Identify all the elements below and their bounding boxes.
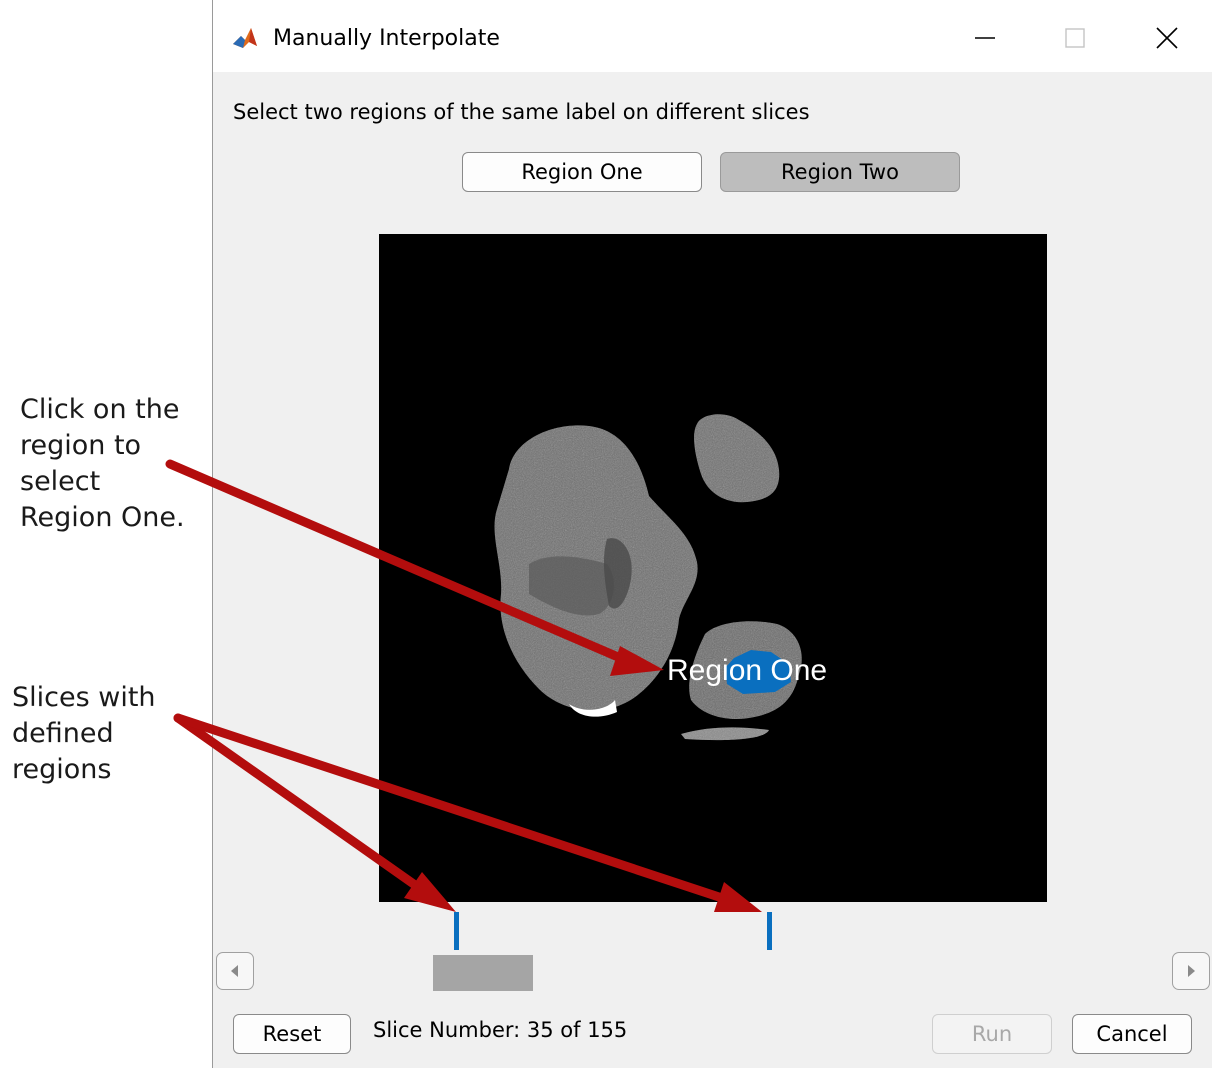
minimize-button[interactable] <box>955 12 1015 64</box>
chevron-left-icon <box>231 965 238 977</box>
region-one-button[interactable]: Region One <box>462 152 702 192</box>
slice-number-readout: Slice Number: 35 of 155 <box>373 1018 628 1042</box>
matlab-logo-icon <box>231 24 259 52</box>
slice-marker <box>454 912 459 950</box>
title-bar[interactable]: Manually Interpolate <box>213 0 1212 72</box>
maximize-button[interactable] <box>1045 12 1105 64</box>
close-icon <box>1156 27 1178 49</box>
region-two-button[interactable]: Region Two <box>720 152 960 192</box>
ct-slice-image <box>494 414 802 741</box>
annotation-slices-hint: Slices with defined regions <box>12 682 156 785</box>
window-title: Manually Interpolate <box>273 26 500 51</box>
scroll-right-button[interactable] <box>1172 952 1210 990</box>
close-button[interactable] <box>1137 12 1197 64</box>
annotation-click-hint: Click on the region to select Region One… <box>20 394 185 533</box>
scroll-left-button[interactable] <box>216 952 254 990</box>
screenshot-page: Click on the region to select Region One… <box>0 0 1212 1068</box>
manual-interpolate-dialog: Manually Interpolate Select two regions … <box>212 0 1212 1068</box>
run-button[interactable]: Run <box>932 1014 1052 1054</box>
slice-image-viewer[interactable]: Region One <box>379 234 1047 902</box>
instruction-text: Select two regions of the same label on … <box>233 100 810 124</box>
minimize-icon <box>975 37 995 39</box>
reset-button[interactable]: Reset <box>233 1014 351 1054</box>
maximize-icon <box>1065 28 1085 48</box>
cancel-button[interactable]: Cancel <box>1072 1014 1192 1054</box>
slice-scroll-thumb[interactable] <box>433 955 533 991</box>
slice-marker <box>767 912 772 950</box>
chevron-right-icon <box>1188 965 1195 977</box>
